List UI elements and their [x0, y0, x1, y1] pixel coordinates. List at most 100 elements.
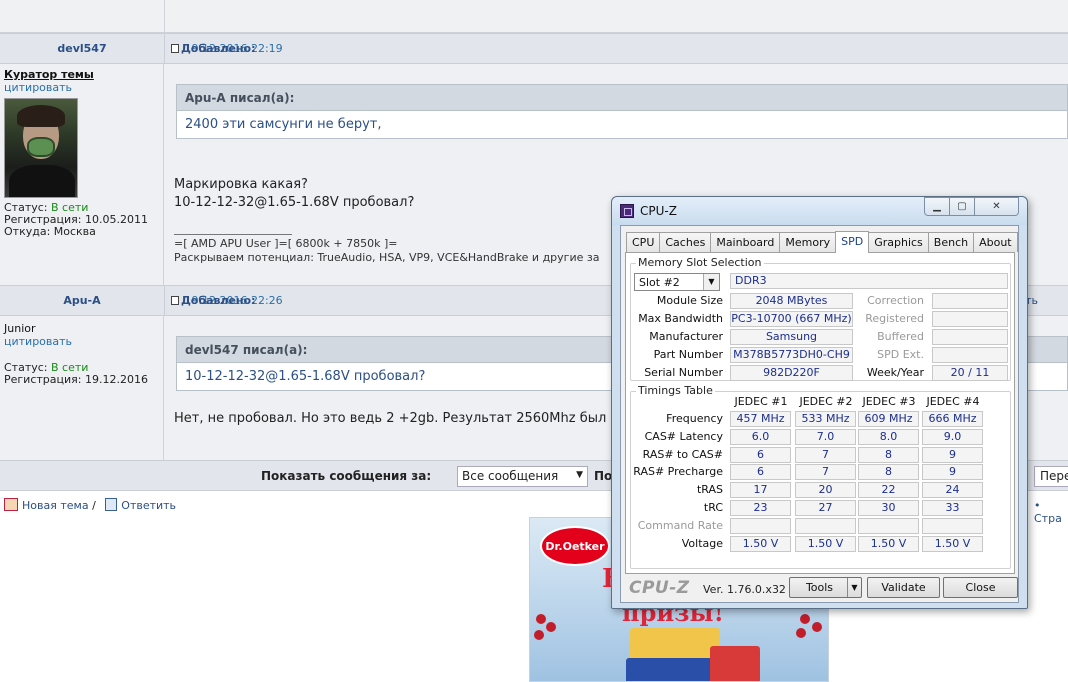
- window-title: CPU-Z: [640, 204, 677, 218]
- field-label: Registered: [865, 312, 924, 325]
- memory-slot-group: Memory Slot Selection Slot #2 ▼ DDR3 Mod…: [630, 256, 1011, 381]
- minimize-button[interactable]: ▁: [924, 197, 950, 216]
- post-text: Маркировка какая?: [174, 177, 308, 192]
- tab-spd[interactable]: SPD: [835, 231, 870, 253]
- cpuz-app-icon: [620, 204, 634, 218]
- close-button[interactable]: Close: [943, 577, 1018, 598]
- version-label: Ver. 1.76.0.x32: [703, 583, 786, 596]
- tools-button[interactable]: Tools ▼: [789, 577, 862, 598]
- field-label: Module Size: [656, 294, 723, 307]
- timing-value: 8: [858, 446, 919, 463]
- group-title: Timings Table: [636, 384, 715, 397]
- timing-label: Voltage: [681, 536, 723, 550]
- post-date: Добавлено: 19.12.2016 22:19: [171, 42, 283, 55]
- added-label: Добавлено:: [181, 42, 256, 55]
- timing-value: 7: [795, 446, 856, 463]
- slot-select[interactable]: Slot #2 ▼: [634, 273, 720, 291]
- cpuz-footer: CPU-Z Ver. 1.76.0.x32 Tools ▼ Validate C…: [621, 576, 1018, 602]
- window-controls: ▁ ▢ ✕: [924, 197, 1019, 216]
- field-label: Correction: [867, 294, 924, 307]
- group-title: Memory Slot Selection: [636, 256, 764, 269]
- timing-label: RAS# Precharge: [633, 465, 723, 479]
- timing-value: 9.0: [922, 428, 983, 445]
- timing-value: 9: [922, 446, 983, 463]
- tab-bench[interactable]: Bench: [927, 232, 975, 252]
- tab-graphics[interactable]: Graphics: [868, 232, 929, 252]
- field-value: 2048 MBytes: [730, 293, 853, 309]
- timing-value: [795, 517, 856, 534]
- tab-cpu[interactable]: CPU: [626, 232, 661, 252]
- field-value: Samsung: [730, 329, 853, 345]
- period-select-value: Все сообщения: [462, 469, 559, 483]
- quote-text: 2400 эти самсунги не берут,: [185, 117, 382, 132]
- timing-value: 30: [858, 500, 919, 516]
- cpuz-window[interactable]: CPU-Z ▁ ▢ ✕ CPU Caches Mainboard Memory SPD G…: [611, 196, 1028, 609]
- timings-group: Timings Table JEDEC #1 JEDEC #2 JEDEC #3 JE…: [630, 384, 1011, 569]
- tab-strip: CPU Caches Mainboard Memory SPD Graphics Bench…: [626, 231, 1018, 253]
- sort-label: По: [594, 469, 613, 483]
- timing-value: 1.50 V: [795, 535, 856, 552]
- chevron-down-icon: ▼: [703, 274, 719, 290]
- timing-value: 609 MHz: [858, 411, 919, 427]
- quote-header: Apu-A писал(а):: [177, 85, 1067, 111]
- chevron-down-icon[interactable]: ▼: [847, 578, 861, 597]
- user-registration: Регистрация: 19.12.2016: [4, 373, 148, 386]
- tab-caches[interactable]: Caches: [659, 232, 712, 252]
- spd-panel: Memory Slot Selection Slot #2 ▼ DDR3 Mod…: [625, 252, 1015, 574]
- previous-post-strip: [0, 0, 1068, 33]
- field-label: Max Bandwidth: [638, 312, 723, 325]
- field-value: 20 / 11: [932, 365, 1008, 381]
- timing-value: 533 MHz: [795, 411, 856, 427]
- field-value: [932, 311, 1008, 327]
- timing-value: [730, 517, 791, 534]
- go-button[interactable]: Пере: [1034, 466, 1068, 487]
- tools-label: Tools: [805, 581, 834, 594]
- cite-link[interactable]: цитировать: [4, 81, 159, 94]
- post-author-link[interactable]: Apu-A: [0, 294, 164, 307]
- column-header: JEDEC #2: [799, 395, 853, 408]
- tab-mainboard[interactable]: Mainboard: [710, 232, 781, 252]
- timing-value: 666 MHz: [922, 411, 983, 427]
- post-header: devl547 Добавлено: 19.12.2016 22:19: [0, 33, 1068, 65]
- chevron-down-icon: ▼: [576, 470, 583, 480]
- pages-link[interactable]: • Стра: [1034, 499, 1068, 525]
- field-label: Serial Number: [644, 366, 723, 379]
- cpuz-client: CPU Caches Mainboard Memory SPD Graphics Bench…: [620, 225, 1019, 603]
- tab-about[interactable]: About: [973, 232, 1018, 252]
- show-messages-label: Показать сообщения за:: [261, 469, 432, 483]
- column-header: JEDEC #3: [862, 395, 916, 408]
- field-value: M378B5773DH0-CH9: [730, 347, 853, 363]
- field-label: Manufacturer: [649, 330, 723, 343]
- avatar: [4, 98, 78, 198]
- user-sidebar: Куратор темы цитировать Статус: В сети Р…: [0, 64, 164, 285]
- validate-button[interactable]: Validate: [867, 577, 940, 598]
- timing-value: 33: [922, 500, 983, 516]
- timing-value: 457 MHz: [730, 411, 791, 427]
- signature-line: Раскрываем потенциал: TrueAudio, HSA, VP…: [174, 251, 600, 264]
- timing-value: 1.50 V: [858, 535, 919, 552]
- post-author-link[interactable]: devl547: [0, 42, 164, 55]
- title-bar[interactable]: CPU-Z ▁ ▢ ✕: [612, 197, 1027, 225]
- field-label: Part Number: [653, 348, 723, 361]
- new-topic-link[interactable]: Новая тема: [22, 499, 89, 512]
- reply-link[interactable]: Ответить: [121, 499, 176, 512]
- cite-link[interactable]: цитировать: [4, 335, 159, 348]
- tab-memory[interactable]: Memory: [779, 232, 837, 252]
- timing-label: Command Rate: [637, 518, 723, 532]
- timing-value: 6: [730, 446, 791, 463]
- timing-label: RAS# to CAS#: [642, 447, 723, 461]
- signature-line: =[ AMD APU User ]=[ 6800k + 7850k ]=: [174, 237, 398, 250]
- close-window-button[interactable]: ✕: [974, 197, 1019, 216]
- maximize-button[interactable]: ▢: [949, 197, 975, 216]
- timing-value: 9: [922, 464, 983, 481]
- field-value: [932, 329, 1008, 345]
- separator: /: [92, 499, 96, 512]
- timing-value: 8.0: [858, 428, 919, 445]
- user-location: Откуда: Москва: [4, 225, 96, 238]
- period-select[interactable]: Все сообщения ▼: [457, 466, 588, 487]
- post-text: Нет, не пробовал. Но это ведь 2 +2gb. Ре…: [174, 411, 607, 426]
- timing-value: 20: [795, 482, 856, 499]
- post-text: 10-12-12-32@1.65-1.68V пробовал?: [174, 195, 415, 210]
- timing-label: CAS# Latency: [644, 429, 723, 443]
- timing-label: Frequency: [666, 412, 723, 425]
